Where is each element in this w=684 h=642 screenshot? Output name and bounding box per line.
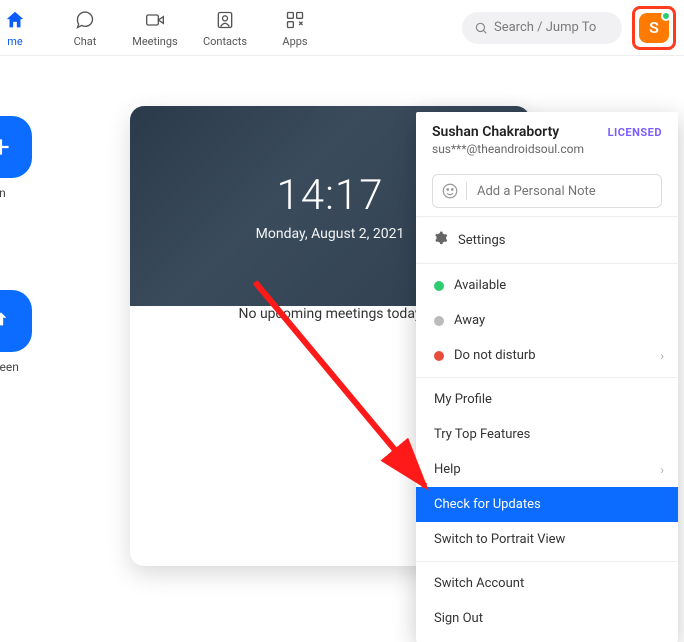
apps-icon bbox=[285, 7, 305, 33]
settings-item[interactable]: Settings bbox=[416, 221, 678, 259]
item-label: Switch to Portrait View bbox=[434, 532, 565, 547]
user-name: Sushan Chakraborty bbox=[432, 124, 559, 140]
tab-label: me bbox=[7, 35, 22, 48]
plus-icon bbox=[0, 116, 32, 178]
menu-header: Sushan Chakraborty LICENSED sus***@thean… bbox=[416, 112, 678, 162]
share-label: screen bbox=[0, 360, 19, 374]
status-label: Do not disturb bbox=[454, 348, 536, 363]
side-buttons: in screen bbox=[0, 116, 32, 374]
item-label: Try Top Features bbox=[434, 427, 530, 442]
separator bbox=[416, 216, 678, 217]
user-email: sus***@theandroidsoul.com bbox=[432, 142, 662, 156]
switch-account-item[interactable]: Switch Account bbox=[416, 566, 678, 601]
tab-chat[interactable]: Chat bbox=[50, 0, 120, 56]
tab-apps[interactable]: Apps bbox=[260, 0, 330, 56]
clock-date: Monday, August 2, 2021 bbox=[256, 226, 405, 242]
topbar: me Chat Meetings Contacts Apps Search / … bbox=[0, 0, 684, 56]
share-icon bbox=[0, 290, 32, 352]
personal-note-input[interactable] bbox=[432, 174, 662, 208]
tab-label: Contacts bbox=[203, 35, 247, 48]
search-placeholder: Search / Jump To bbox=[494, 20, 596, 35]
share-screen-button[interactable]: screen bbox=[0, 290, 32, 374]
separator bbox=[416, 561, 678, 562]
meetings-icon bbox=[145, 7, 165, 33]
item-label: Check for Updates bbox=[434, 497, 541, 512]
status-dnd[interactable]: Do not disturb › bbox=[416, 338, 678, 373]
check-updates-item[interactable]: Check for Updates bbox=[416, 487, 678, 522]
avatar-button[interactable]: S bbox=[632, 6, 676, 50]
sign-out-item[interactable]: Sign Out bbox=[416, 601, 678, 636]
separator bbox=[416, 263, 678, 264]
search-input[interactable]: Search / Jump To bbox=[462, 12, 622, 44]
status-available[interactable]: Available bbox=[416, 268, 678, 303]
tab-meetings[interactable]: Meetings bbox=[120, 0, 190, 56]
tab-label: Meetings bbox=[132, 35, 177, 48]
smiley-icon bbox=[433, 182, 467, 200]
contacts-icon bbox=[215, 7, 235, 33]
status-label: Away bbox=[454, 313, 485, 328]
item-label: Switch Account bbox=[434, 576, 524, 591]
status-dot-icon bbox=[434, 281, 444, 291]
join-label: in bbox=[0, 186, 6, 200]
avatar: S bbox=[639, 13, 669, 43]
home-icon bbox=[4, 7, 26, 33]
item-label: My Profile bbox=[434, 392, 492, 407]
gear-icon bbox=[434, 231, 448, 249]
personal-note-field[interactable] bbox=[467, 184, 661, 199]
chevron-right-icon: › bbox=[660, 349, 664, 363]
my-profile-item[interactable]: My Profile bbox=[416, 382, 678, 417]
license-badge: LICENSED bbox=[608, 126, 662, 139]
avatar-initial: S bbox=[649, 18, 659, 37]
status-dot-icon bbox=[434, 351, 444, 361]
content-area: in screen 14:17 Monday, August 2, 2021 N… bbox=[0, 56, 684, 577]
tab-home[interactable]: me bbox=[0, 0, 50, 56]
settings-label: Settings bbox=[458, 233, 505, 248]
tab-label: Chat bbox=[74, 35, 97, 48]
help-item[interactable]: Help › bbox=[416, 452, 678, 487]
chevron-right-icon: › bbox=[660, 463, 664, 477]
clock-time: 14:17 bbox=[276, 171, 383, 220]
presence-dot-icon bbox=[661, 11, 671, 21]
tab-label: Apps bbox=[282, 35, 307, 48]
item-label: Sign Out bbox=[434, 611, 483, 626]
portrait-view-item[interactable]: Switch to Portrait View bbox=[416, 522, 678, 557]
profile-menu: Sushan Chakraborty LICENSED sus***@thean… bbox=[416, 112, 678, 642]
status-label: Available bbox=[454, 278, 506, 293]
top-features-item[interactable]: Try Top Features bbox=[416, 417, 678, 452]
status-dot-icon bbox=[434, 316, 444, 326]
status-away[interactable]: Away bbox=[416, 303, 678, 338]
search-icon bbox=[474, 21, 488, 35]
chat-icon bbox=[75, 7, 95, 33]
separator bbox=[416, 377, 678, 378]
tab-contacts[interactable]: Contacts bbox=[190, 0, 260, 56]
join-button[interactable]: in bbox=[0, 116, 32, 200]
item-label: Help bbox=[434, 462, 461, 477]
